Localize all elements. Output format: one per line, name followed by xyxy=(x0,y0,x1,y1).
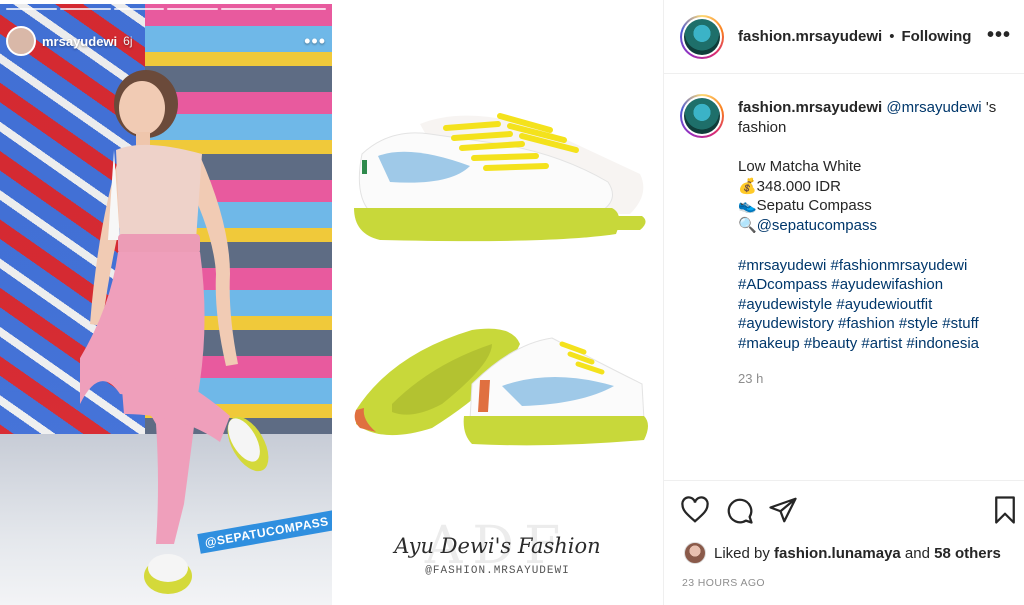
caption-shop-link[interactable]: @sepatucompass xyxy=(757,217,877,234)
story-progress-bars xyxy=(6,8,326,10)
liker-username[interactable]: fashion.lunamaya xyxy=(774,545,901,562)
story-username[interactable]: mrsayudewi xyxy=(42,34,117,49)
story-screenshot: mrsayudewi 6j ••• @SEPATUCOMPASS xyxy=(0,4,332,605)
model-figure xyxy=(80,70,269,594)
story-avatar[interactable] xyxy=(6,26,36,56)
post-media[interactable]: mrsayudewi 6j ••• @SEPATUCOMPASS ADF Ayu… xyxy=(0,0,663,605)
bookmark-icon[interactable] xyxy=(990,495,1020,525)
post-timestamp[interactable]: 23 HOURS AGO xyxy=(682,577,765,589)
shoe-pair-bottom xyxy=(354,328,648,446)
likes-prefix: Liked by xyxy=(714,544,770,562)
caption-line-price: 💰348.000 IDR xyxy=(738,177,841,195)
story-header: mrsayudewi 6j ••• xyxy=(6,24,326,58)
caption-line-product: Low Matcha White xyxy=(738,158,862,176)
likes-summary: Liked by fashion.lunamaya and 58 others xyxy=(684,542,1001,564)
story-more-icon[interactable]: ••• xyxy=(304,31,326,52)
likes-others-link[interactable]: 58 others xyxy=(934,545,1001,562)
product-image: ADF Ayu Dewi's Fashion @FASHION.MRSAYUDE… xyxy=(332,4,663,605)
caption-age: 23 h xyxy=(738,371,764,386)
caption-mention[interactable]: @mrsayudewi xyxy=(886,99,981,116)
following-button[interactable]: Following xyxy=(901,28,971,45)
heart-icon[interactable] xyxy=(680,495,710,525)
hashtag-line[interactable]: #mrsayudewi #fashionmrsayudewi xyxy=(738,256,1018,276)
hashtag-line[interactable]: #ayudewistory #fashion #style #stuff xyxy=(738,314,1018,334)
hashtag-line[interactable]: #ayudewistyle #ayudewioutfit xyxy=(738,295,1018,315)
action-bar xyxy=(664,480,1024,540)
post-details-panel: fashion.mrsayudewi • Following ••• fashi… xyxy=(663,0,1024,605)
likes-middle: and xyxy=(904,544,930,562)
post-header: fashion.mrsayudewi • Following ••• xyxy=(664,0,1024,74)
search-emoji: 🔍 xyxy=(738,216,757,234)
story-time: 6j xyxy=(123,34,133,48)
watermark-handle: @FASHION.MRSAYUDEWI xyxy=(425,565,570,577)
caption-line-brand: 👟Sepatu Compass xyxy=(738,197,872,215)
caption-username[interactable]: fashion.mrsayudewi xyxy=(738,99,882,116)
share-icon[interactable] xyxy=(768,495,798,525)
watermark-script: Ayu Dewi's Fashion xyxy=(394,534,601,558)
comment-icon[interactable] xyxy=(724,495,754,525)
hashtag-line[interactable]: #ADcompass #ayudewifashion xyxy=(738,275,1018,295)
author-avatar[interactable] xyxy=(680,14,724,59)
hashtag-line[interactable]: #makeup #beauty #artist #indonesia xyxy=(738,334,1018,354)
author-username[interactable]: fashion.mrsayudewi xyxy=(738,28,882,45)
header-separator: • xyxy=(889,28,895,45)
liker-avatar[interactable] xyxy=(684,542,706,564)
caption-avatar[interactable] xyxy=(680,94,724,138)
shoe-pair-top xyxy=(354,113,646,242)
caption-text: fashion.mrsayudewi @mrsayudewi 's fashio… xyxy=(738,98,1018,354)
more-options-icon[interactable]: ••• xyxy=(987,24,1011,47)
